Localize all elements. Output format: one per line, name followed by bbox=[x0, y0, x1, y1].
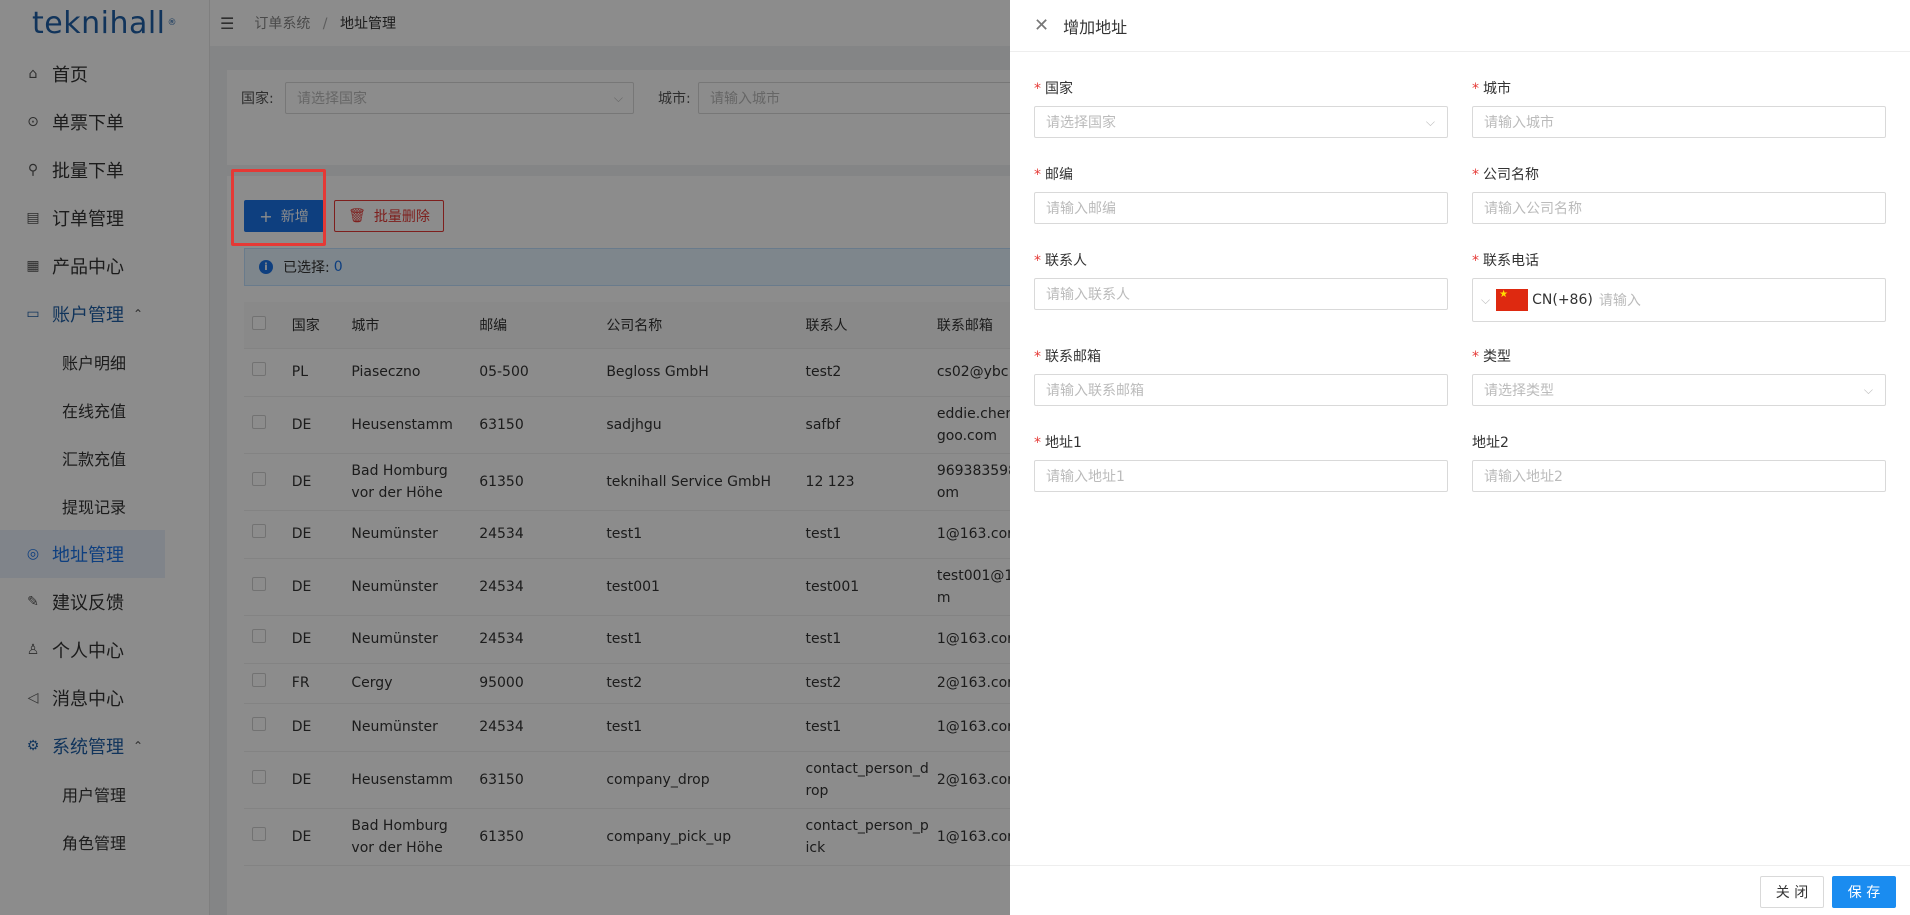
phone-label-text: 联系电话 bbox=[1483, 253, 1539, 269]
postcode-label-text: 邮编 bbox=[1045, 167, 1073, 183]
chevron-down-icon: ⌵ bbox=[1863, 383, 1873, 397]
address2-placeholder: 请输入地址2 bbox=[1484, 469, 1563, 485]
add-address-drawer: ✕ 增加地址 * 国家 请选择国家 ⌵ * 城市 请输入城市 * 邮编 请输入邮编 *… bbox=[1010, 0, 1910, 915]
address1-input[interactable]: 请输入地址1 bbox=[1034, 460, 1448, 492]
star-icon: ★ bbox=[1499, 289, 1509, 300]
required-mark: * bbox=[1034, 349, 1041, 365]
required-mark: * bbox=[1472, 167, 1479, 183]
phone-country-code[interactable]: CN(+86) bbox=[1532, 292, 1593, 308]
required-mark: * bbox=[1034, 167, 1041, 183]
address1-label-text: 地址1 bbox=[1045, 435, 1082, 451]
country-label: * 国家 bbox=[1034, 78, 1073, 98]
type-label-text: 类型 bbox=[1483, 349, 1511, 365]
required-mark: * bbox=[1472, 253, 1479, 269]
drawer-header: ✕ 增加地址 bbox=[1010, 0, 1910, 52]
close-icon[interactable]: ✕ bbox=[1034, 15, 1049, 36]
address1-placeholder: 请输入地址1 bbox=[1046, 469, 1125, 485]
contact-input[interactable]: 请输入联系人 bbox=[1034, 278, 1448, 310]
required-mark: * bbox=[1472, 349, 1479, 365]
email-label: * 联系邮箱 bbox=[1034, 346, 1101, 366]
type-select[interactable]: 请选择类型 ⌵ bbox=[1472, 374, 1886, 406]
postcode-placeholder: 请输入邮编 bbox=[1046, 201, 1116, 217]
email-placeholder: 请输入联系邮箱 bbox=[1046, 383, 1144, 399]
chevron-down-icon[interactable]: ⌵ bbox=[1481, 293, 1490, 308]
required-mark: * bbox=[1472, 81, 1479, 97]
modal-mask[interactable] bbox=[0, 0, 1010, 915]
address2-label-text: 地址2 bbox=[1472, 435, 1509, 451]
required-mark: * bbox=[1034, 435, 1041, 451]
drawer-title: 增加地址 bbox=[1063, 17, 1128, 37]
contact-label-text: 联系人 bbox=[1045, 253, 1087, 269]
required-mark: * bbox=[1034, 81, 1041, 97]
country-label-text: 国家 bbox=[1045, 81, 1073, 97]
chevron-down-icon: ⌵ bbox=[1425, 115, 1435, 129]
type-label: * 类型 bbox=[1472, 346, 1511, 366]
country-select[interactable]: 请选择国家 ⌵ bbox=[1034, 106, 1448, 138]
phone-placeholder: 请输入 bbox=[1598, 293, 1641, 309]
city-placeholder: 请输入城市 bbox=[1484, 115, 1554, 131]
close-button[interactable]: 关 闭 bbox=[1760, 876, 1824, 908]
annotation-highlight-box bbox=[231, 169, 326, 246]
city-label-text: 城市 bbox=[1483, 81, 1511, 97]
postcode-label: * 邮编 bbox=[1034, 164, 1073, 184]
drawer-footer: 关 闭 保 存 bbox=[1010, 865, 1910, 915]
save-button[interactable]: 保 存 bbox=[1832, 876, 1896, 908]
required-mark: * bbox=[1034, 253, 1041, 269]
company-placeholder: 请输入公司名称 bbox=[1484, 201, 1582, 217]
postcode-input[interactable]: 请输入邮编 bbox=[1034, 192, 1448, 224]
address2-label: 地址2 bbox=[1472, 432, 1509, 452]
type-placeholder: 请选择类型 bbox=[1484, 383, 1554, 399]
address1-label: * 地址1 bbox=[1034, 432, 1082, 452]
company-label-text: 公司名称 bbox=[1483, 167, 1539, 183]
email-input[interactable]: 请输入联系邮箱 bbox=[1034, 374, 1448, 406]
phone-input[interactable]: ⌵ ★ CN(+86) 请输入 bbox=[1472, 278, 1886, 322]
china-flag-icon: ★ bbox=[1496, 289, 1529, 311]
phone-label: * 联系电话 bbox=[1472, 250, 1539, 270]
country-placeholder: 请选择国家 bbox=[1046, 115, 1116, 131]
address2-input[interactable]: 请输入地址2 bbox=[1472, 460, 1886, 492]
company-input[interactable]: 请输入公司名称 bbox=[1472, 192, 1886, 224]
city-label: * 城市 bbox=[1472, 78, 1511, 98]
contact-placeholder: 请输入联系人 bbox=[1046, 287, 1130, 303]
contact-label: * 联系人 bbox=[1034, 250, 1087, 270]
city-input[interactable]: 请输入城市 bbox=[1472, 106, 1886, 138]
email-label-text: 联系邮箱 bbox=[1045, 349, 1101, 365]
company-label: * 公司名称 bbox=[1472, 164, 1539, 184]
